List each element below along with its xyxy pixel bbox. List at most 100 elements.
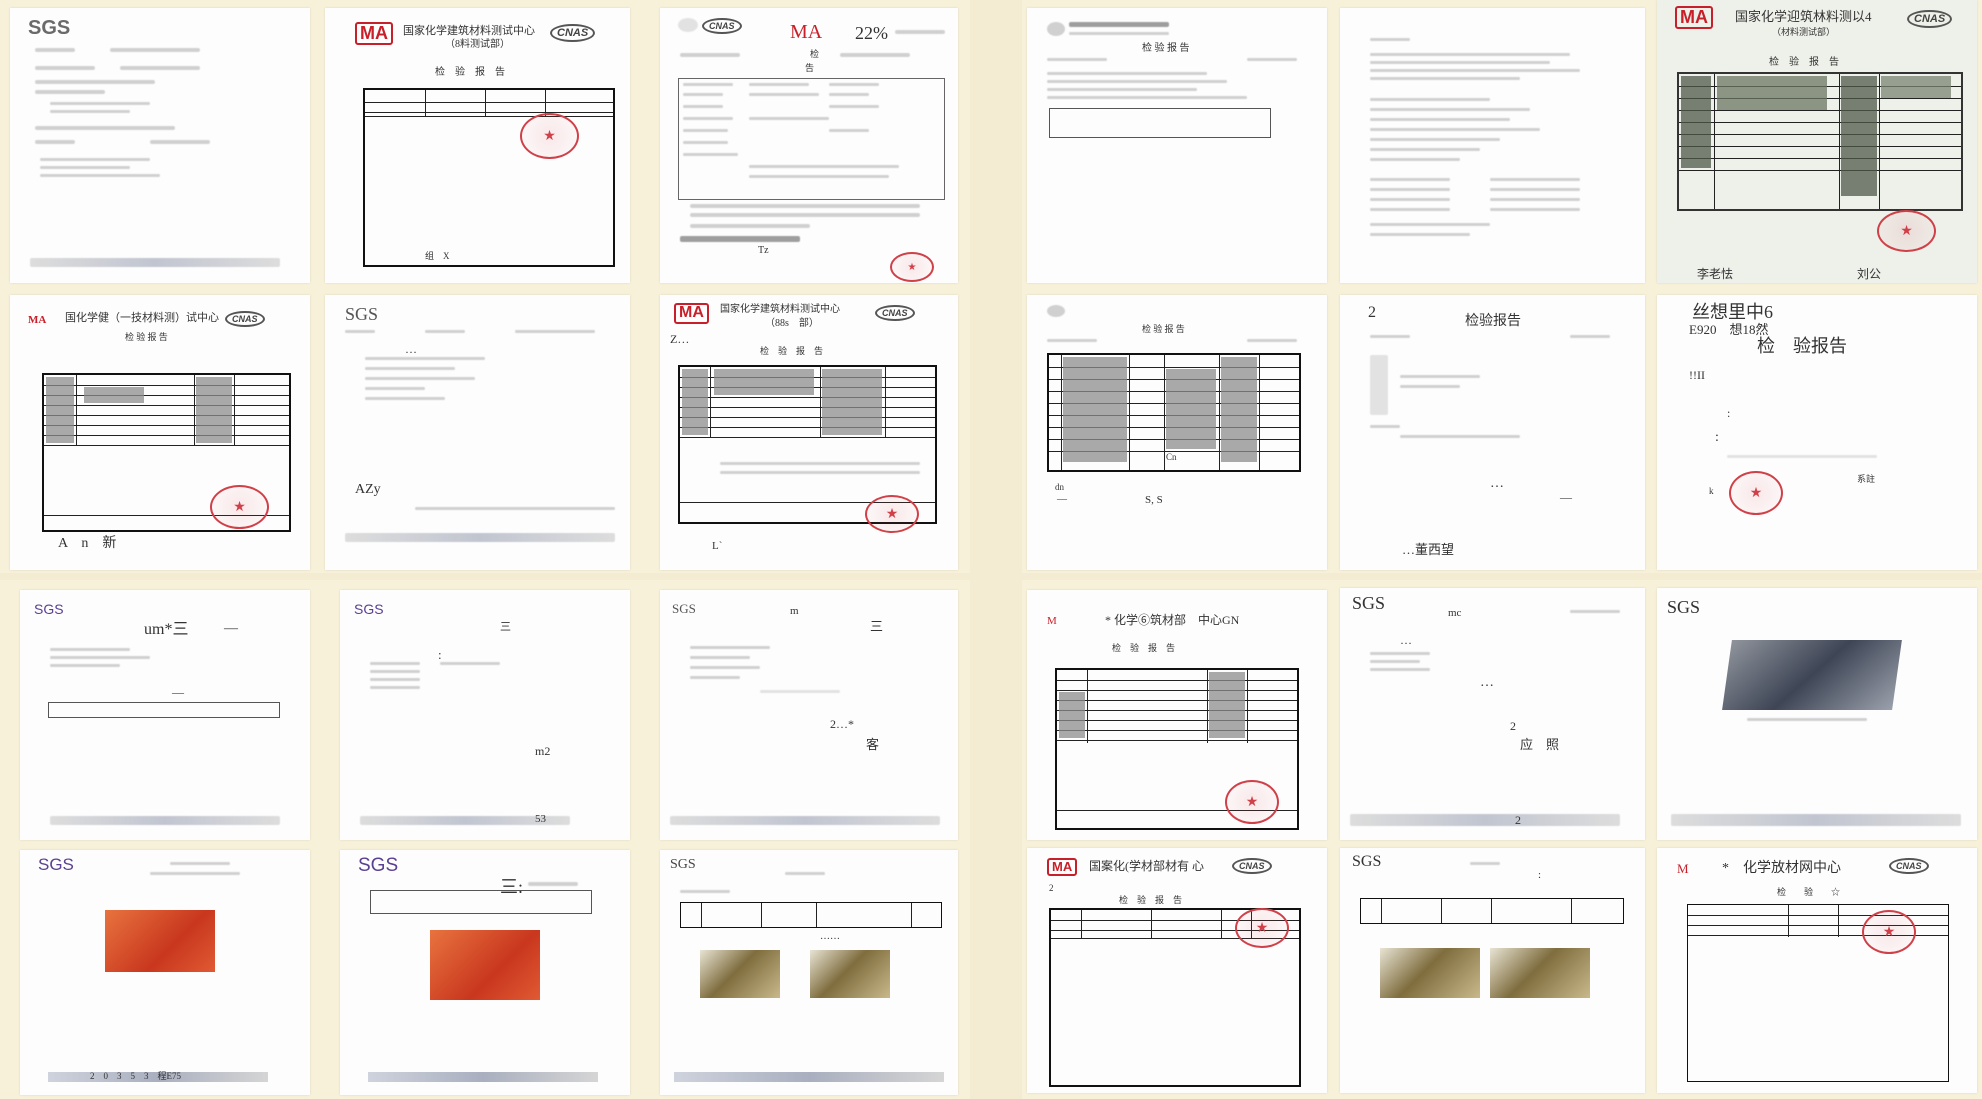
ellipsis: ……: [820, 931, 840, 942]
report-title: 检 验 ☆: [1777, 887, 1841, 897]
report-title: 检 验 报 告: [1142, 324, 1185, 334]
table-footer: 组 X: [425, 251, 450, 261]
footer-mark: Tz: [758, 245, 769, 256]
red-seal: ★: [890, 252, 934, 282]
ma-mark: MA: [790, 21, 823, 43]
sample-photo-1: [700, 950, 780, 998]
sample-photo-1: [1380, 948, 1480, 998]
sgs-report-page: SGS: [10, 8, 310, 283]
report-title: 检 验 报 告: [1112, 643, 1176, 653]
sgs-logo: SGS: [38, 855, 74, 874]
org-title: 国案化(学材部材有 心: [1089, 859, 1204, 873]
cnas-logo: CNAS: [550, 24, 596, 42]
cma-report-table-page: MA 国家化学建筑材料测试中心 （88s 部） CNAS Z… 检 验 报 告 …: [660, 295, 958, 570]
red-seal: ★: [1877, 210, 1936, 252]
report-title: 检 验 报 告: [1142, 43, 1190, 54]
cma-report-table-page: MA 国化学健（一技材料测）试中心 CNAS 检 验 报 告 ★ A n 新: [10, 295, 310, 570]
cma-report-page: MA 国家化学建筑材料测试中心 （8料测试部） CNAS 检 验 报 告 组 X…: [325, 8, 630, 283]
footer-chars: 应 照: [1520, 737, 1560, 752]
cma-report-page: M * 化学放材网中心 CNAS 检 验 ☆ ★: [1657, 848, 1977, 1093]
report-title: 检 验报告: [1757, 336, 1847, 356]
unit-mark: m2: [535, 744, 551, 758]
system-mark: 系註: [1857, 474, 1876, 484]
cnas-logo: CNAS: [225, 311, 265, 327]
report-text-page: [1340, 8, 1645, 283]
header-text: um*三: [144, 621, 189, 638]
dash-mark: —: [172, 685, 184, 699]
result-table: [48, 702, 280, 718]
ma-logo: MA: [355, 22, 393, 45]
ellipsis: …: [1480, 675, 1494, 690]
info-table: [1360, 898, 1624, 924]
sgs-report-page: SGS mc … … 2 应 照 2: [1340, 588, 1645, 840]
report-table: Cn: [1047, 353, 1301, 472]
sgs-logo: SGS: [28, 17, 71, 39]
red-seal: ★: [1235, 908, 1289, 948]
org-title: 国家化学迎筑林料测以4: [1735, 9, 1872, 24]
cnas-logo: CNAS: [875, 305, 915, 321]
cell-code: Cn: [1166, 452, 1177, 462]
sgs-logo: SGS: [672, 601, 696, 616]
page-mark: 2: [1049, 883, 1054, 893]
ellipsis: …: [405, 342, 417, 356]
footer-number: 2 0 3 5 3 程E75: [90, 1071, 181, 1081]
ma-logo: MA: [1047, 858, 1078, 876]
report-collage-top-left: SGS MA 国家化学建筑材料测试中心 （8料测试部） CNAS 检 验 报 告…: [0, 0, 970, 573]
page-number: 2: [1368, 304, 1376, 321]
ma-logo: MA: [1675, 6, 1713, 29]
sgs-logo: SGS: [358, 855, 399, 876]
report-collage-bottom-left: SGS um*三 — — SGS 三 : m2 53 SGS m 三 2…* 客: [0, 580, 970, 1099]
page-mark: 2: [1510, 719, 1516, 733]
report-title: 检 验 报 告: [1119, 895, 1183, 905]
org-subtitle: （88s 部）: [765, 318, 819, 329]
header-mark-2: 三: [870, 619, 884, 634]
sgs-report-page: SGS 三 : m2 53: [340, 590, 630, 840]
sample-photo-2: [1490, 948, 1590, 998]
report-table: [1677, 72, 1963, 211]
header-text: 丝想里中6: [1692, 302, 1773, 322]
org-title: 国家化学建筑材料测试中心: [720, 304, 840, 315]
cma-report-table-page: MA 国家化学迎筑林料测以4 （材料测试部） CNAS 检 验 报 告 ★ 李老…: [1657, 0, 1977, 283]
info-table: [370, 890, 592, 914]
red-seal: ★: [520, 113, 579, 159]
report-collage-top-right: 检 验 报 告 MA 国家化学迎筑林料测以4 （材料测试部） CNAS 检 验 …: [1022, 0, 1982, 573]
sgs-logo: SGS: [1352, 853, 1382, 870]
red-seal: ★: [1729, 471, 1783, 515]
org-title: * 化学⑥筑材部 中心GN: [1105, 613, 1240, 627]
inspection-report-page: 检 验 报 告: [1027, 8, 1327, 283]
sample-photo: [430, 930, 540, 1000]
cnas-logo: CNAS: [702, 18, 742, 34]
cma-report-table-page: M * 化学⑥筑材部 中心GN 检 验 报 告 ★: [1027, 590, 1327, 840]
sgs-photo-report: SGS: [1657, 588, 1977, 840]
m-mark: M: [1677, 861, 1689, 876]
report-collage-bottom-right: M * 化学⑥筑材部 中心GN 检 验 报 告 ★ SGS mc … … 2 应…: [1022, 580, 1982, 1099]
header-mark: mc: [1448, 607, 1462, 619]
footer-code: AZy: [355, 482, 381, 497]
k-mark: k: [1709, 486, 1714, 496]
red-seal: ★: [210, 485, 269, 529]
report-title: 检 验 报 告: [435, 67, 505, 78]
inspection-report-page: 2 检验报告 … — …董西望: [1340, 295, 1645, 570]
ma-mark: MA: [28, 314, 47, 326]
info-grid: [678, 78, 945, 200]
report-cover-page: 丝想里中6 E920 想18然 检 验报告 !!II : : ★ 系註 k: [1657, 295, 1977, 570]
z-mark: Z…: [670, 332, 690, 346]
m-mark: M: [1047, 615, 1057, 627]
cnas-logo: CNAS: [1907, 10, 1953, 28]
footer-name: …董西望: [1402, 542, 1455, 557]
signature-mark: S, S: [1145, 494, 1163, 506]
footer-text: A n 新: [58, 536, 117, 551]
sgs-report-page: SGS m 三 2…* 客: [660, 590, 958, 840]
footer-page: 2: [1515, 813, 1521, 827]
ma-logo: MA: [674, 303, 709, 324]
cma-test-report-page: CNAS MA 22% 检 告 Tz ★: [660, 8, 958, 283]
percent-mark: 22%: [855, 23, 888, 43]
footer-mark: L`: [712, 540, 723, 552]
org-title: 国家化学建筑材料测试中心: [403, 25, 535, 37]
result-table: [1049, 108, 1271, 138]
title-char-1: 检: [810, 49, 820, 59]
page-mark: 2…*: [830, 717, 854, 731]
sgs-photo-report: SGS :: [1340, 848, 1645, 1093]
org-subtitle: （材料测试部）: [1772, 27, 1836, 37]
cnas-logo: CNAS: [1889, 858, 1929, 874]
